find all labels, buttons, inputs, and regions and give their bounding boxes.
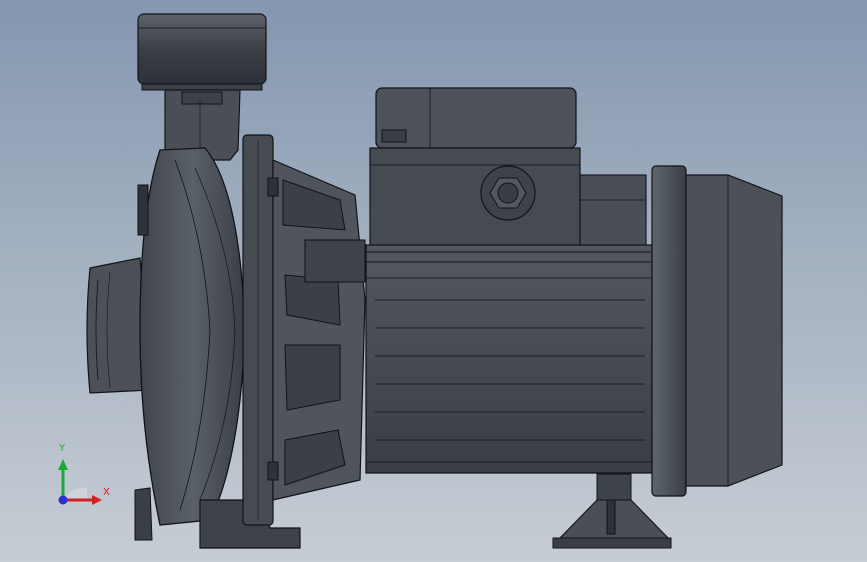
cable-gland xyxy=(480,165,536,221)
coordinate-triad xyxy=(58,459,102,505)
adapter-bracket xyxy=(242,134,366,526)
fan-cover xyxy=(651,165,783,497)
pump-model[interactable] xyxy=(0,0,867,562)
graphics-viewport[interactable]: Y X xyxy=(0,0,867,562)
x-arrow-icon xyxy=(92,495,102,505)
discharge-flange xyxy=(137,13,267,91)
terminal-box xyxy=(369,87,581,247)
triad-y-label: Y xyxy=(59,443,66,454)
z-axis-icon xyxy=(58,495,68,505)
triad-x-label: X xyxy=(103,487,110,498)
y-arrow-icon xyxy=(58,459,68,470)
